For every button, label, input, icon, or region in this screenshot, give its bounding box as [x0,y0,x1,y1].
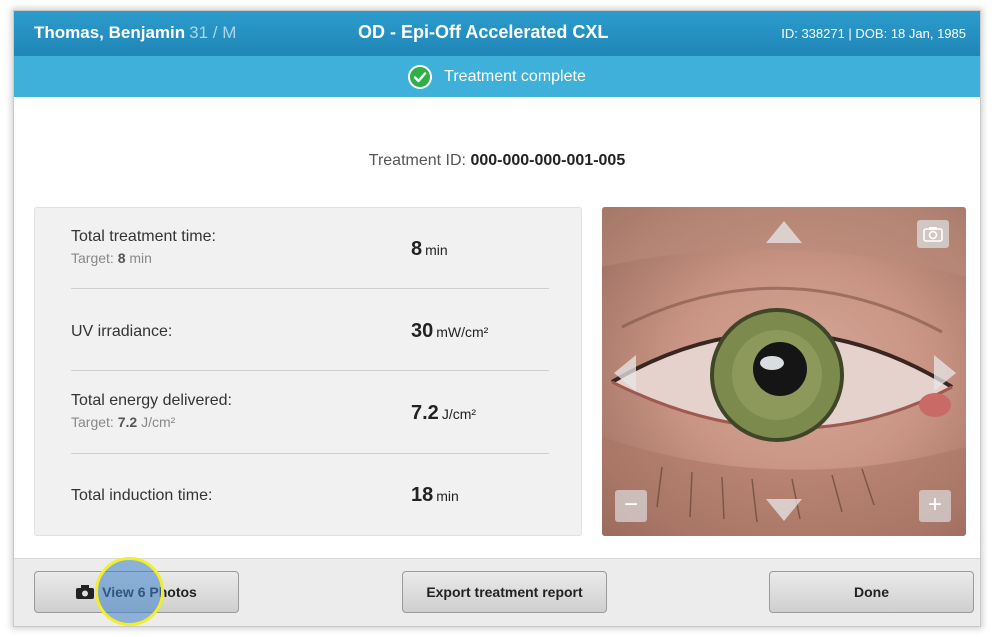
patient-id-dob: ID: 338271 | DOB: 18 Jan, 1985 [781,26,966,41]
eye-camera-view[interactable]: − + [602,207,966,536]
stat-target: Target: 7.2 J/cm² [71,414,175,430]
footer-bar: View 6 Photos Export treatment report Do… [14,558,980,626]
status-text: Treatment complete [444,67,586,85]
stat-value: 8 min [411,238,448,261]
treatment-id-value: 000-000-000-001-005 [470,152,626,169]
done-button[interactable]: Done [769,571,974,613]
stat-target-unit: min [129,250,152,266]
stat-value: 18 min [411,484,459,507]
stat-value-number: 18 [411,484,434,506]
right-arrow-icon[interactable] [932,353,958,393]
left-arrow-icon[interactable] [612,353,638,393]
stat-target-label: Target: [71,250,114,266]
stat-target-value: 8 [117,250,126,266]
stat-target-unit: J/cm² [141,414,176,430]
view-photos-label: View 6 Photos [102,584,197,600]
view-photos-button[interactable]: View 6 Photos [34,571,239,613]
divider [71,453,549,454]
down-arrow-icon[interactable] [764,497,804,523]
procedure-title: OD - Epi-Off Accelerated CXL [358,22,609,42]
stat-value-unit: min [436,488,459,504]
treatment-screen: Thomas, Benjamin 31 / M OD - Epi-Off Acce… [13,10,981,627]
stat-row-treatment-time: Total treatment time: Target: 8 min 8 min [71,228,549,278]
stat-value: 7.2 J/cm² [411,402,476,425]
stat-label: Total treatment time: [71,228,216,245]
stat-value-unit: mW/cm² [436,324,489,340]
stat-target-label: Target: [71,414,114,430]
stat-row-induction-time: Total induction time: 18 min [71,484,549,514]
stat-target: Target: 8 min [71,250,152,266]
up-arrow-icon[interactable] [764,219,804,245]
export-report-button[interactable]: Export treatment report [402,571,607,613]
patient-name: Thomas, Benjamin 31 / M [34,23,236,43]
treatment-id-label: Treatment ID: [368,152,466,169]
camera-icon [76,585,95,599]
zoom-out-button[interactable]: − [615,490,647,522]
check-circle-icon [408,64,433,89]
header-bar: Thomas, Benjamin 31 / M OD - Epi-Off Acce… [14,11,980,56]
snapshot-button[interactable] [917,220,949,248]
stat-value-unit: J/cm² [441,406,477,422]
camera-icon [923,227,943,242]
status-bar: Treatment complete [14,56,980,97]
stat-value-number: 7.2 [411,402,439,424]
divider [71,370,549,371]
treatment-id: Treatment ID: 000-000-000-001-005 [14,152,980,170]
stat-label: Total energy delivered: [71,392,232,409]
patient-age-sex: 31 / M [189,23,237,42]
stat-value-number: 30 [411,320,434,342]
treatment-stats-panel: Total treatment time: Target: 8 min 8 min… [34,207,582,536]
stat-label: UV irradiance: [71,323,173,340]
stat-row-uv-irradiance: UV irradiance: 30 mW/cm² [71,320,549,350]
zoom-in-button[interactable]: + [919,490,951,522]
divider [71,288,549,289]
eye-image [602,207,966,536]
stat-value: 30 mW/cm² [411,320,488,343]
stat-value-unit: min [425,242,448,258]
stat-row-energy-delivered: Total energy delivered: Target: 7.2 J/cm… [71,392,549,442]
patient-name-text: Thomas, Benjamin [34,23,186,42]
stat-value-number: 8 [411,238,423,260]
stat-target-value: 7.2 [117,414,138,430]
stat-label: Total induction time: [71,487,213,504]
